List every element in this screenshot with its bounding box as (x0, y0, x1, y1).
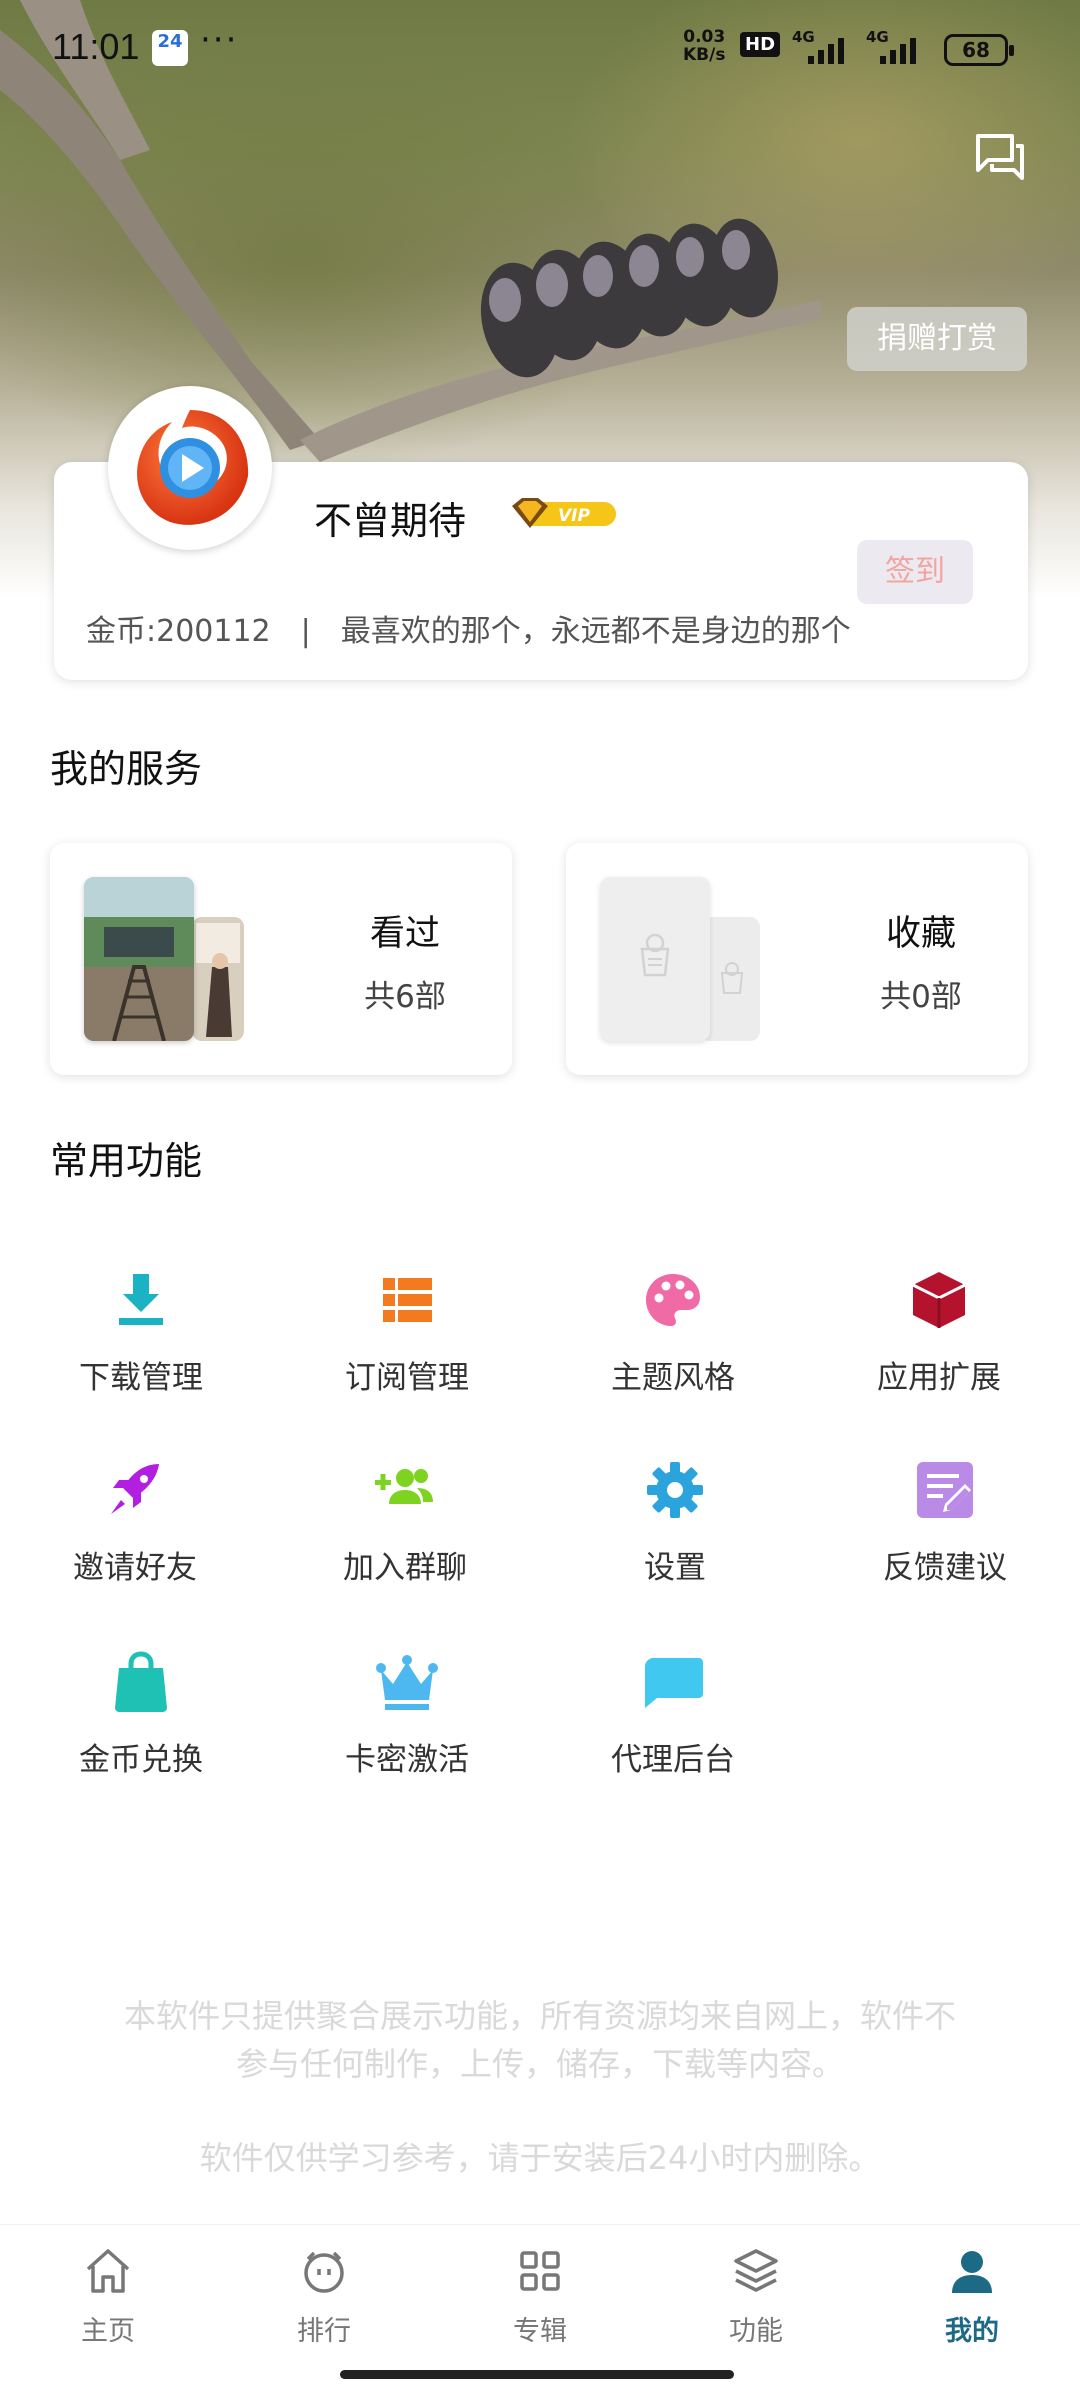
function-label: 代理后台 (611, 1742, 735, 1778)
feedback-icon (917, 1462, 973, 1518)
nav-albums-label: 专辑 (513, 2316, 567, 2347)
status-bar: 11:01 24 ··· 0.03 KB/s HD 4G 4G 68 (0, 20, 1080, 80)
history-cover-front (84, 877, 194, 1041)
function-label: 应用扩展 (877, 1360, 1001, 1396)
history-label: 看过 (369, 914, 440, 954)
function-label: 设置 (644, 1550, 706, 1586)
bag-icon (115, 1651, 167, 1712)
history-count: 共6部 (364, 979, 446, 1015)
nav-home[interactable]: 主页 (28, 2245, 188, 2355)
vip-label: VIP (558, 506, 590, 526)
cube-icon (912, 1272, 966, 1328)
history-cover-back (192, 917, 244, 1041)
favorites-card[interactable]: 收藏 共0部 (566, 843, 1028, 1075)
download-icon (119, 1274, 163, 1325)
nav-ranking-label: 排行 (297, 2316, 351, 2347)
function-label: 加入群聊 (343, 1550, 467, 1586)
info-separator: | (300, 614, 311, 649)
nav-functions[interactable]: 功能 (676, 2245, 836, 2355)
signal-bars-1-icon (808, 34, 844, 64)
function-label: 金币兑换 (79, 1742, 203, 1778)
subscription-manager-button[interactable]: 订阅管理 (307, 1268, 507, 1408)
group-add-icon (375, 1469, 433, 1504)
signal-bars-2-icon (880, 34, 916, 64)
function-label: 主题风格 (611, 1360, 735, 1396)
nav-mine-label: 我的 (945, 2316, 999, 2347)
nav-home-label: 主页 (81, 2316, 135, 2347)
battery-icon: 68 (944, 34, 1014, 66)
favorites-count: 共0部 (880, 979, 962, 1015)
disclaimer-notice: 软件仅供学习参考，请于安装后24小时内删除。 (199, 2139, 881, 2177)
profile-signature: 最喜欢的那个，永远都不是身边的那个 (340, 614, 851, 649)
disclaimer-line-1: 本软件只提供聚合展示功能，所有资源均来自网上，软件不 (123, 1997, 956, 2035)
app-extension-button[interactable]: 应用扩展 (839, 1268, 1039, 1408)
palette-icon (646, 1274, 700, 1326)
layers-icon (734, 2249, 778, 2292)
chat-box-icon (645, 1658, 703, 1708)
ranking-icon (304, 2251, 344, 2293)
railway-cover-art (84, 877, 194, 1041)
services-section-title: 我的服务 (50, 747, 203, 791)
functions-section-title: 常用功能 (50, 1139, 203, 1183)
more-notifications-icon: ··· (200, 20, 239, 60)
app-logo-icon (137, 410, 249, 525)
theme-style-button[interactable]: 主题风格 (573, 1268, 773, 1408)
gear-icon (647, 1462, 703, 1518)
home-indicator[interactable] (340, 2370, 734, 2379)
person-icon (952, 2251, 992, 2293)
function-label: 邀请好友 (73, 1550, 197, 1586)
function-label: 下载管理 (79, 1360, 203, 1396)
vip-badge: VIP (512, 498, 616, 528)
nav-albums[interactable]: 专辑 (460, 2245, 620, 2355)
grid-icon (520, 2251, 560, 2291)
favorites-placeholder-front (600, 877, 710, 1041)
function-label: 反馈建议 (883, 1550, 1007, 1586)
empty-placeholder-icon (640, 933, 670, 977)
function-label: 订阅管理 (345, 1360, 469, 1396)
checkin-button[interactable]: 签到 (857, 540, 973, 604)
disclaimer-text: 本软件只提供聚合展示功能，所有资源均来自网上，软件不 参与任何制作，上传，储存，… (60, 1992, 1020, 2088)
crown-icon (376, 1655, 438, 1710)
calendar-icon: 24 (152, 30, 188, 66)
feedback-button[interactable]: 反馈建议 (845, 1458, 1045, 1598)
agent-backend-button[interactable]: 代理后台 (573, 1650, 773, 1790)
status-time: 11:01 (52, 26, 140, 67)
history-card[interactable]: 看过 共6部 (50, 843, 512, 1075)
avatar[interactable] (108, 386, 272, 550)
function-label: 卡密激活 (345, 1742, 469, 1778)
coin-exchange-button[interactable]: 金币兑换 (41, 1650, 241, 1790)
network-speed: 0.03 KB/s (683, 28, 725, 64)
manga-cover-art (192, 917, 244, 1041)
network-speed-value: 0.03 (683, 27, 726, 47)
coin-balance: 金币:200112 (86, 614, 271, 649)
home-icon (86, 2249, 130, 2293)
download-manager-button[interactable]: 下载管理 (41, 1268, 241, 1408)
donate-button[interactable]: 捐赠打赏 (847, 307, 1027, 371)
chat-bubbles-icon[interactable] (972, 128, 1028, 184)
invite-friends-button[interactable]: 邀请好友 (35, 1458, 235, 1598)
favorites-label: 收藏 (885, 914, 956, 954)
join-group-chat-button[interactable]: 加入群聊 (305, 1458, 505, 1598)
card-key-activation-button[interactable]: 卡密激活 (307, 1650, 507, 1790)
network-speed-unit: KB/s (683, 45, 726, 65)
rocket-icon (111, 1464, 159, 1514)
nav-ranking[interactable]: 排行 (244, 2245, 404, 2355)
list-icon (383, 1278, 432, 1322)
hd-badge: HD (740, 32, 781, 57)
nav-mine[interactable]: 我的 (892, 2245, 1052, 2355)
profile-info-line: 金币:200112 | 最喜欢的那个，永远都不是身边的那个 (86, 606, 851, 650)
username: 不曾期待 (314, 499, 467, 543)
settings-button[interactable]: 设置 (575, 1458, 775, 1598)
nav-functions-label: 功能 (729, 2316, 783, 2347)
disclaimer-line-2: 参与任何制作，上传，储存，下载等内容。 (235, 2045, 844, 2083)
